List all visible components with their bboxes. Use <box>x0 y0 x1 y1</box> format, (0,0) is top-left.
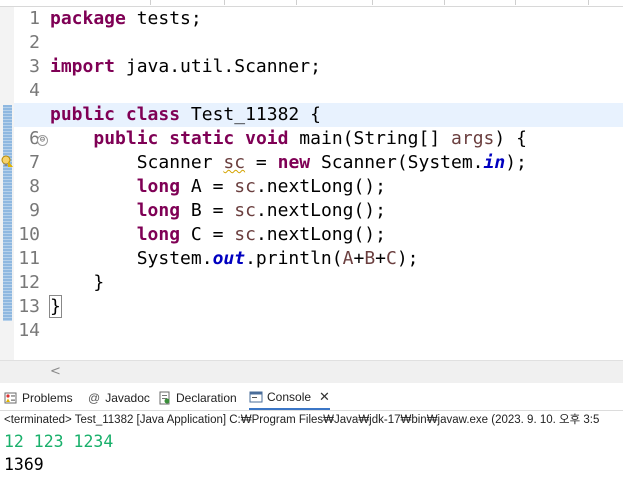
console-process-header: <terminated> Test_11382 [Java Applicatio… <box>0 411 623 429</box>
static-field-token: out <box>212 248 246 269</box>
problems-icon <box>4 392 17 404</box>
code-token: .nextLong(); <box>255 224 386 245</box>
scroll-left-arrow[interactable]: < <box>50 364 61 379</box>
variable-token: B <box>364 248 376 269</box>
line-number: 4 <box>29 80 40 101</box>
console-input-line: 12 123 1234 <box>4 432 114 451</box>
keyword: void <box>245 128 289 149</box>
code-token: main(String[] <box>288 128 452 149</box>
warning-variable-token: sc <box>223 152 246 173</box>
matching-bracket: } <box>49 295 62 318</box>
code-token: B = <box>180 200 235 221</box>
code-text[interactable]: package tests; import java.util.Scanner;… <box>14 7 623 343</box>
code-token: Scanner <box>136 152 224 173</box>
line-number: 1 <box>29 8 40 29</box>
code-token: ); <box>505 152 527 173</box>
keyword: public <box>50 104 116 125</box>
code-line: } <box>50 271 623 295</box>
declaration-icon <box>159 391 170 405</box>
code-token: System. <box>136 248 213 269</box>
tab-label: Declaration <box>176 391 237 405</box>
line-number: 2 <box>29 32 40 53</box>
static-field-token: in <box>483 152 506 173</box>
line-number: 7 <box>29 152 40 173</box>
code-token: .println( <box>245 248 343 269</box>
line-number: 3 <box>29 56 40 77</box>
code-line: long B = sc.nextLong(); <box>50 199 623 223</box>
keyword: package <box>50 8 126 29</box>
code-token: = <box>245 152 278 173</box>
line-number: 14 <box>18 320 40 341</box>
tab-problems[interactable]: Problems <box>4 386 73 410</box>
code-token: .nextLong(); <box>255 176 386 197</box>
close-icon[interactable]: ✕ <box>319 385 330 409</box>
tab-javadoc[interactable]: @ Javadoc <box>88 386 150 410</box>
code-line: long C = sc.nextLong(); <box>50 223 623 247</box>
variable-token: C <box>386 248 397 269</box>
code-token: ); <box>396 248 419 269</box>
console-icon <box>249 391 263 403</box>
keyword: static <box>169 128 235 149</box>
code-line: long A = sc.nextLong(); <box>50 175 623 199</box>
warning-lightbulb-icon[interactable] <box>1 155 13 167</box>
current-code-line: public class Test_11382 { <box>14 103 623 127</box>
console-output[interactable]: 12 123 1234 1369 <box>4 430 113 476</box>
keyword: class <box>125 104 181 125</box>
tab-label: Javadoc <box>105 391 150 405</box>
variable-token: sc <box>234 224 256 245</box>
code-line: } <box>49 295 623 319</box>
console-output-line: 1369 <box>4 455 44 474</box>
code-token: .nextLong(); <box>255 200 386 221</box>
parameter-token: args <box>451 128 495 149</box>
code-line: import java.util.Scanner; <box>50 55 623 79</box>
code-token: } <box>93 272 105 293</box>
code-line: System.out.println(A+B+C); <box>50 247 623 271</box>
tab-declaration[interactable]: Declaration <box>158 386 237 410</box>
code-token: Scanner(System. <box>310 152 484 173</box>
line-number: 12 <box>18 272 40 293</box>
quick-diff-change-bar <box>3 105 12 321</box>
line-number: 13 <box>18 296 40 317</box>
line-number-ruler: 1 2 3 4 5 6 7 8 9 10 11 12 13 14 <box>14 7 40 343</box>
code-token: java.util.Scanner; <box>115 56 321 77</box>
code-token: + <box>375 248 386 269</box>
variable-token: sc <box>234 176 256 197</box>
tab-console[interactable]: Console ✕ <box>249 386 330 410</box>
code-token: A = <box>180 176 235 197</box>
keyword: import <box>50 56 116 77</box>
line-number: 10 <box>18 224 40 245</box>
horizontal-scrollbar[interactable]: < <box>0 360 623 383</box>
code-line: Scanner sc = new Scanner(System.in); <box>50 151 623 175</box>
line-number: 8 <box>29 176 40 197</box>
code-token: + <box>353 248 365 269</box>
javadoc-icon: @ <box>88 391 101 405</box>
tab-label: Console <box>267 390 312 404</box>
keyword: public <box>93 128 159 149</box>
keyword: long <box>136 224 181 245</box>
keyword: long <box>136 176 181 197</box>
code-token: Test_11382 { <box>180 104 321 125</box>
code-token: ) { <box>494 128 527 149</box>
keyword: new <box>277 152 311 173</box>
line-number: 11 <box>18 248 40 269</box>
collapse-method-icon[interactable]: ⊖ <box>37 135 48 146</box>
editor-tab-strip <box>0 0 623 7</box>
code-line: package tests; <box>50 7 623 31</box>
variable-token: A <box>342 248 354 269</box>
variable-token: sc <box>234 200 256 221</box>
code-token: C = <box>180 224 235 245</box>
code-token: tests; <box>125 8 202 29</box>
line-number: 9 <box>29 200 40 221</box>
tab-label: Problems <box>22 391 73 405</box>
keyword: long <box>136 200 181 221</box>
bottom-panel-tabbar: Problems @ Javadoc Declaration Console ✕ <box>0 386 623 411</box>
code-line: public static void main(String[] args) { <box>50 127 623 151</box>
code-editor[interactable]: 1 2 3 4 5 6 7 8 9 10 11 12 13 14 ⊖ packa… <box>0 7 623 360</box>
